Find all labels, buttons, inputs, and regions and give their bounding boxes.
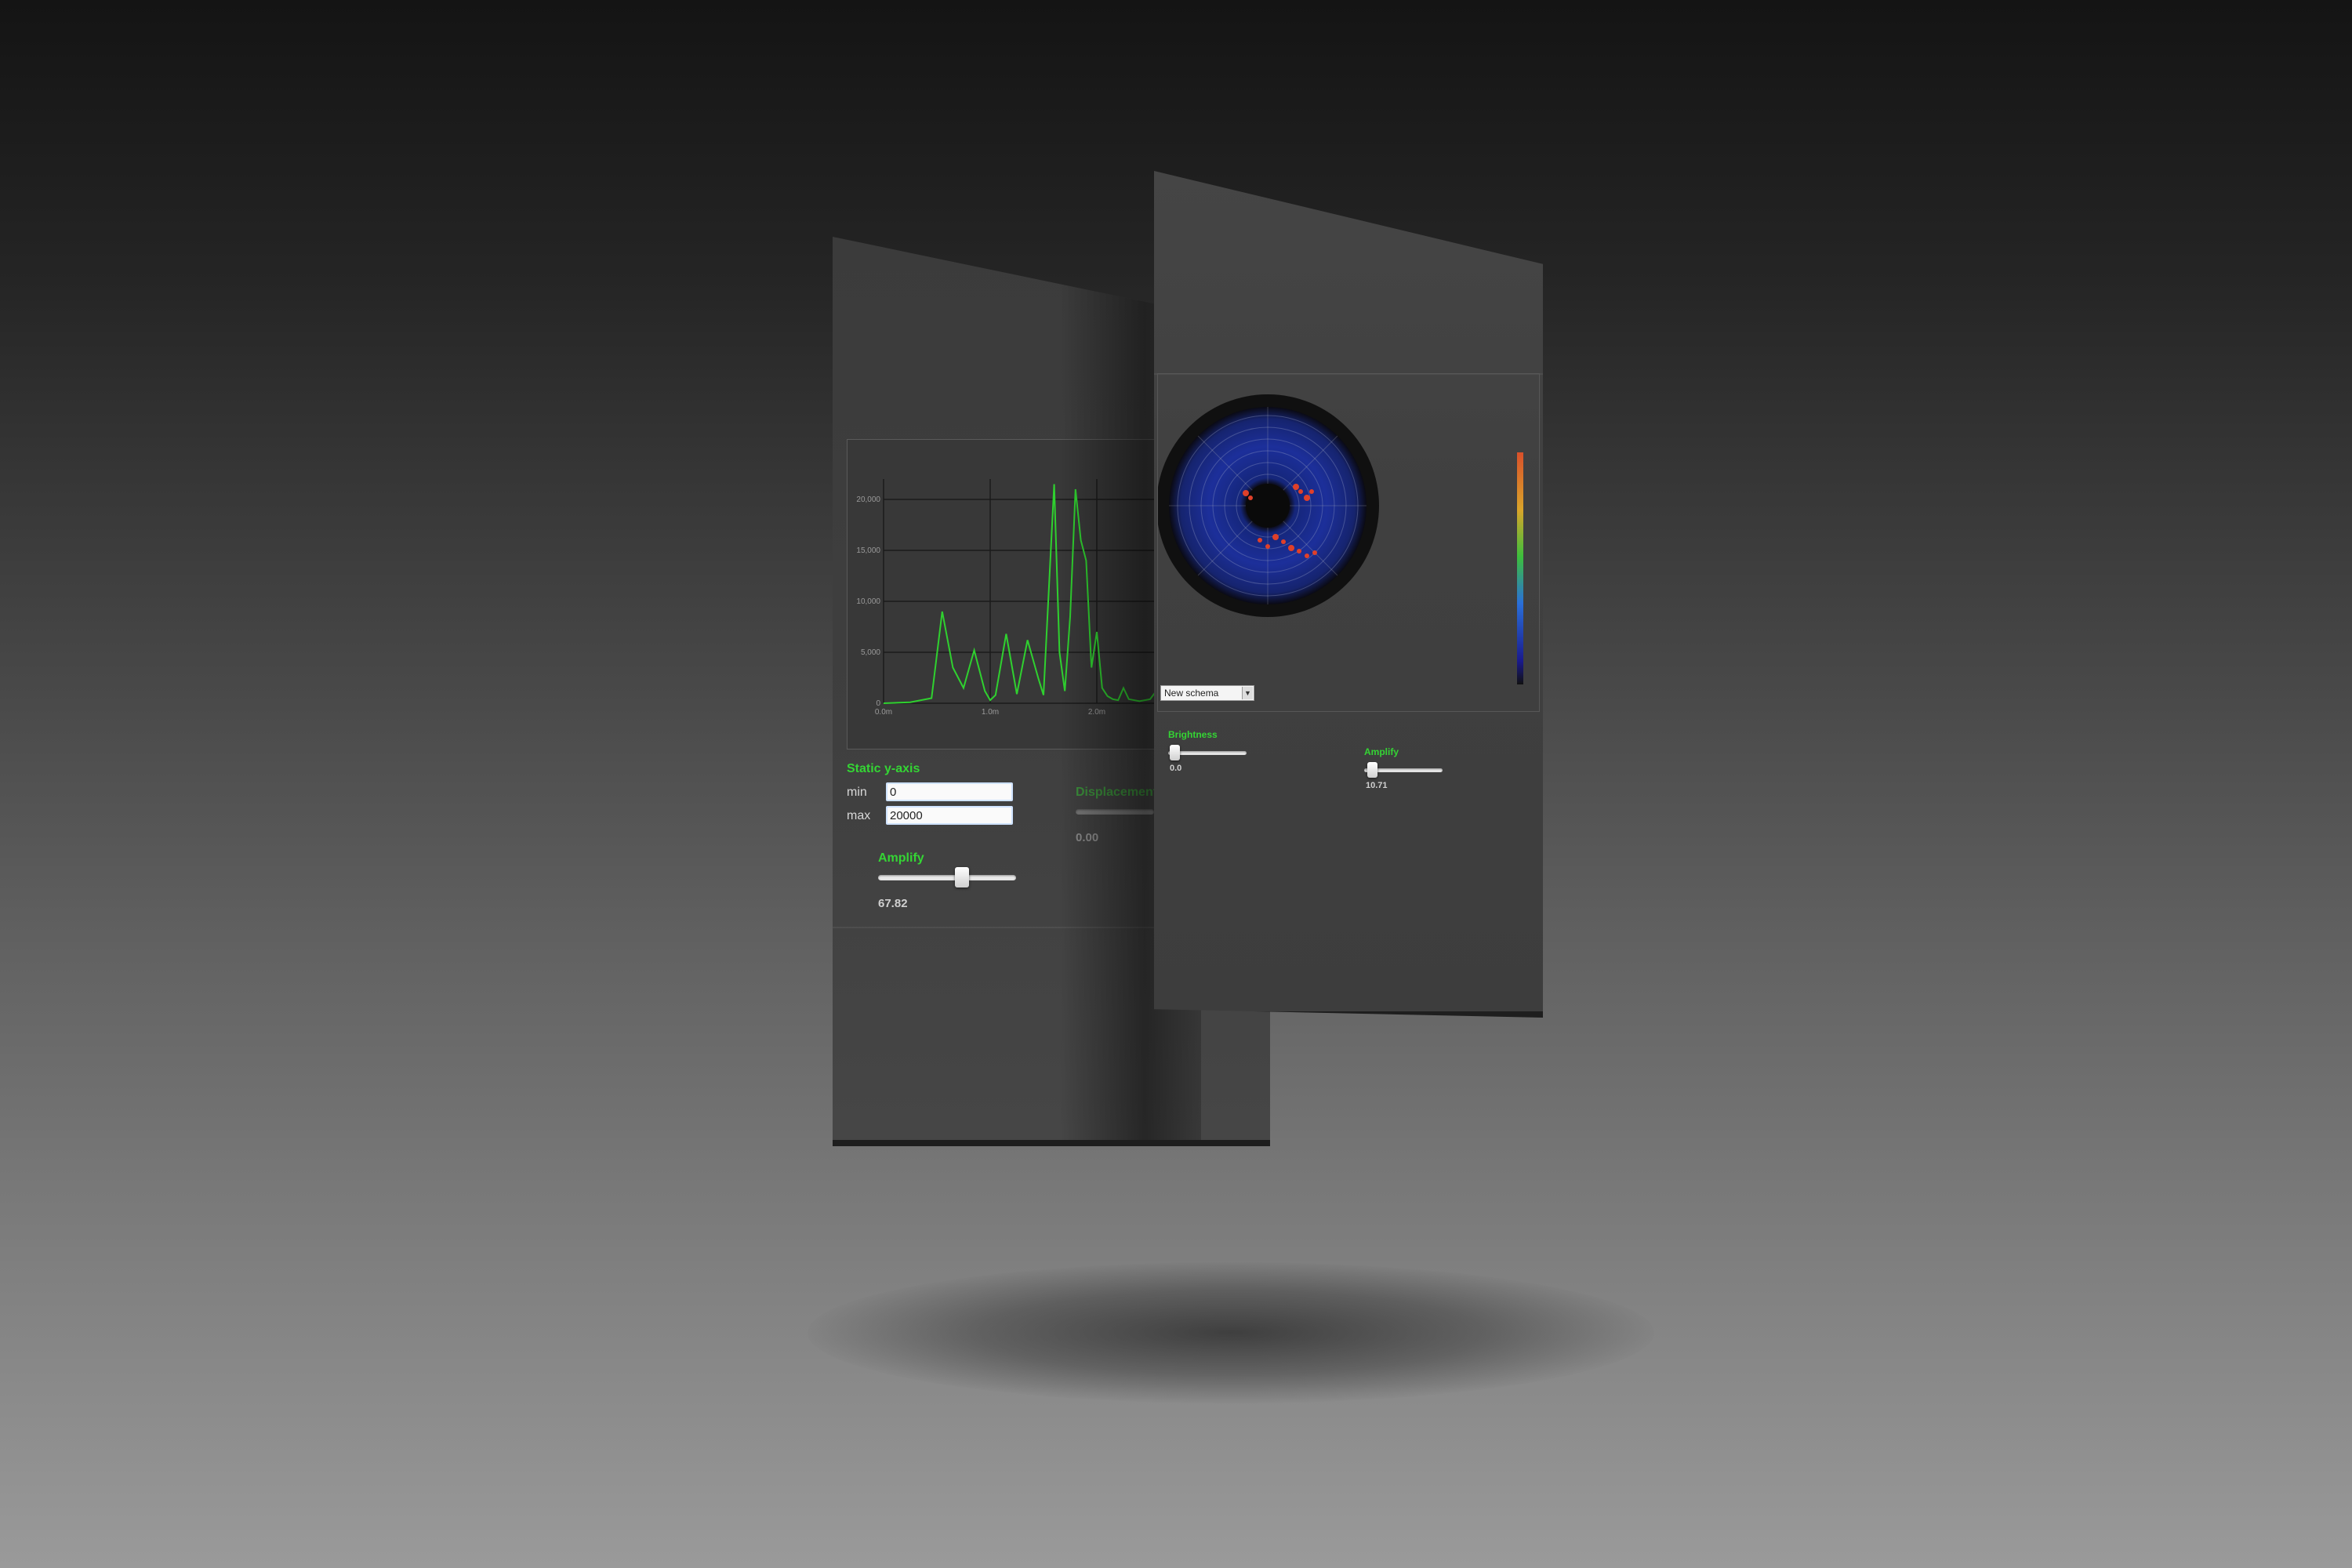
min-label: min <box>847 786 867 799</box>
y-tick-label: 20,000 <box>856 495 880 504</box>
displacement-slider[interactable] <box>1076 809 1154 815</box>
x-tick-label: 1.0m <box>982 708 999 717</box>
x-tick-label: 2.0m <box>1088 708 1105 717</box>
polar-amplify-slider-thumb[interactable] <box>1367 762 1378 778</box>
brightness-label: Brightness <box>1168 729 1218 740</box>
y-tick-labels: 0 5,000 10,000 15,000 20,000 <box>856 495 880 708</box>
schema-select-value: New schema <box>1164 688 1219 699</box>
brightness-slider[interactable] <box>1168 745 1247 760</box>
color-scale-bar <box>1517 452 1523 684</box>
brightness-slider-thumb[interactable] <box>1169 745 1180 760</box>
chevron-down-icon[interactable]: ▼ <box>1242 687 1253 699</box>
polar-plot-frame <box>1156 373 1540 712</box>
y-tick-label: 0 <box>876 699 880 708</box>
max-input[interactable] <box>886 806 1013 825</box>
static-y-axis-title: Static y-axis <box>847 762 920 775</box>
y-tick-label: 5,000 <box>861 648 880 657</box>
max-label: max <box>847 809 871 822</box>
y-tick-label: 10,000 <box>856 597 880 606</box>
polar-amplify-value: 10.71 <box>1366 781 1388 790</box>
polar-center <box>1246 484 1290 528</box>
displacement-value: 0.00 <box>1076 831 1099 844</box>
polar-plot <box>1156 394 1523 684</box>
amplify-label: Amplify <box>878 851 924 865</box>
min-input[interactable] <box>886 782 1013 801</box>
amplify-value: 67.82 <box>878 897 908 910</box>
x-tick-label: 0.0m <box>875 708 892 717</box>
amplify-slider-thumb[interactable] <box>954 867 969 887</box>
y-tick-label: 15,000 <box>856 546 880 555</box>
brightness-value: 0.0 <box>1170 764 1182 773</box>
displacement-label: Displacement <box>1076 786 1158 799</box>
polar-amplify-label: Amplify <box>1364 746 1399 757</box>
polar-amplify-slider[interactable] <box>1364 762 1443 778</box>
schema-select[interactable]: New schema ▼ <box>1160 685 1254 701</box>
polar-panel: New schema ▼ Brightness 0.0 Amplify 10.7… <box>1154 171 1543 1018</box>
amplify-slider[interactable] <box>878 867 1016 887</box>
floor-shadow <box>808 1262 1654 1403</box>
